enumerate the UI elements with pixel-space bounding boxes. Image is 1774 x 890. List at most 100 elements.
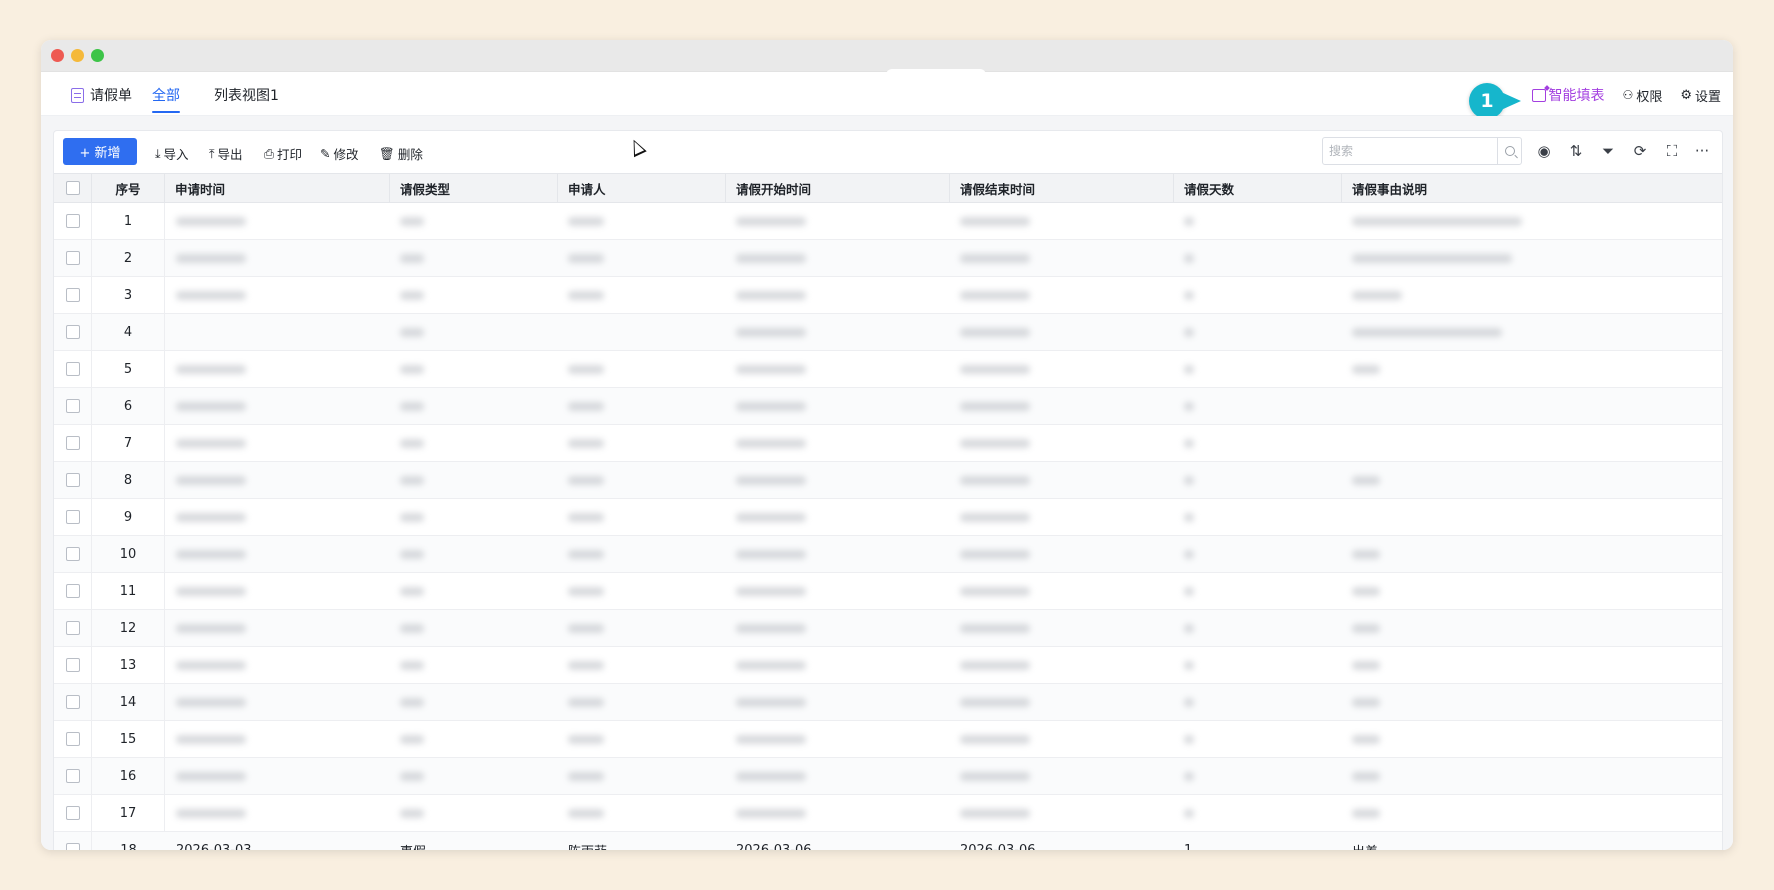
table-row[interactable]: 9 (54, 499, 1722, 536)
column-header-leave-type[interactable]: 请假类型 (390, 174, 558, 202)
redacted-cell (176, 254, 246, 263)
search-button[interactable] (1497, 138, 1521, 164)
redacted-cell (400, 661, 424, 670)
close-window-button[interactable] (51, 49, 64, 62)
select-all-checkbox[interactable] (65, 181, 80, 195)
table-row[interactable]: 14 (54, 684, 1722, 721)
table-row[interactable]: 17 (54, 795, 1722, 832)
pencil-icon: ✎ (320, 146, 331, 161)
export-button[interactable]: ⤒ 导出 (209, 144, 243, 163)
table-row[interactable]: 1 (54, 203, 1722, 240)
column-header-days[interactable]: 请假天数 (1174, 174, 1342, 202)
table-row[interactable]: 12 (54, 610, 1722, 647)
redacted-cell (960, 587, 1030, 596)
redacted-cell (736, 550, 806, 559)
redacted-cell (1184, 476, 1194, 485)
filter-icon[interactable]: ⏷ (1598, 141, 1618, 161)
redacted-cell (1352, 217, 1522, 226)
table-row[interactable]: 13 (54, 647, 1722, 684)
row-checkbox[interactable] (65, 251, 80, 265)
redacted-cell (1352, 772, 1380, 781)
row-checkbox[interactable] (65, 288, 80, 302)
redacted-cell (736, 365, 806, 374)
redacted-cell (1352, 624, 1380, 633)
cell-end-time: 2026-03-06 (960, 842, 1036, 851)
add-button[interactable]: + 新增 (63, 138, 137, 165)
minimize-window-button[interactable] (71, 49, 84, 62)
search-input[interactable] (1323, 138, 1493, 164)
column-header-apply-time[interactable]: 申请时间 (165, 174, 390, 202)
delete-button[interactable]: 🗑 删除 (379, 144, 423, 163)
export-icon: ⤒ (209, 145, 215, 161)
table-row[interactable]: 11 (54, 573, 1722, 610)
row-checkbox[interactable] (65, 658, 80, 672)
table-row[interactable]: 6 (54, 388, 1722, 425)
row-select-cell (54, 462, 92, 498)
row-index: 1 (92, 203, 165, 239)
maximize-window-button[interactable] (91, 49, 104, 62)
column-header-end-time[interactable]: 请假结束时间 (950, 174, 1174, 202)
row-checkbox[interactable] (65, 510, 80, 524)
row-checkbox[interactable] (65, 399, 80, 413)
row-index: 3 (92, 277, 165, 313)
row-checkbox[interactable] (65, 732, 80, 746)
redacted-cell (400, 402, 424, 411)
redacted-cell (1184, 624, 1194, 633)
column-header-applicant[interactable]: 申请人 (558, 174, 726, 202)
more-icon[interactable]: ··· (1692, 141, 1712, 161)
column-header-index[interactable]: 序号 (92, 174, 165, 202)
redacted-cell (736, 698, 806, 707)
redacted-cell (960, 365, 1030, 374)
row-checkbox[interactable] (65, 214, 80, 228)
row-checkbox[interactable] (65, 547, 80, 561)
redacted-cell (1184, 809, 1194, 818)
redacted-cell (736, 624, 806, 633)
row-checkbox[interactable] (65, 769, 80, 783)
permission-button[interactable]: ⚇ 权限 (1623, 86, 1663, 105)
table-row[interactable]: 8 (54, 462, 1722, 499)
table-row[interactable]: 3 (54, 277, 1722, 314)
refresh-icon[interactable]: ⟳ (1630, 141, 1650, 161)
fullscreen-icon[interactable]: ⛶ (1662, 141, 1682, 161)
table-row[interactable]: 15 (54, 721, 1722, 758)
row-checkbox[interactable] (65, 621, 80, 635)
redacted-cell (568, 513, 604, 522)
redacted-cell (176, 698, 246, 707)
table-row[interactable]: 7 (54, 425, 1722, 462)
row-checkbox[interactable] (65, 843, 80, 850)
redacted-cell (400, 513, 424, 522)
row-checkbox[interactable] (65, 362, 80, 376)
settings-button[interactable]: ⚙ 设置 (1680, 86, 1721, 105)
tab-list-view-1[interactable]: 列表视图1 (214, 85, 279, 105)
row-checkbox[interactable] (65, 806, 80, 820)
table-row-partial[interactable]: 18 2026-03-03 事假 陈雨菲 2026-03-06 2026-03-06 1 出差 (54, 832, 1722, 850)
redacted-cell (176, 217, 246, 226)
row-checkbox[interactable] (65, 695, 80, 709)
edit-button[interactable]: ✎ 修改 (320, 144, 359, 163)
redacted-cell (568, 661, 604, 670)
redacted-cell (736, 587, 806, 596)
table-row[interactable]: 2 (54, 240, 1722, 277)
redacted-cell (1184, 735, 1194, 744)
row-checkbox[interactable] (65, 325, 80, 339)
eye-icon[interactable]: ◉ (1534, 141, 1554, 161)
row-select-cell (54, 425, 92, 461)
print-button[interactable]: ⎙ 打印 (264, 144, 302, 163)
row-height-icon[interactable]: ⇅ (1566, 141, 1586, 161)
table-row[interactable]: 5 (54, 351, 1722, 388)
table-row[interactable]: 4 (54, 314, 1722, 351)
redacted-cell (176, 772, 246, 781)
row-checkbox[interactable] (65, 436, 80, 450)
row-checkbox[interactable] (65, 473, 80, 487)
import-button[interactable]: ⤓ 导入 (155, 144, 189, 163)
row-checkbox[interactable] (65, 584, 80, 598)
table-row[interactable]: 10 (54, 536, 1722, 573)
row-select-cell (54, 314, 92, 350)
smart-fill-button[interactable]: 智能填表 (1531, 85, 1605, 105)
tab-all[interactable]: 全部 (152, 85, 180, 113)
table-row[interactable]: 16 (54, 758, 1722, 795)
column-header-start-time[interactable]: 请假开始时间 (726, 174, 950, 202)
form-document-icon (71, 87, 84, 103)
search-icon (1504, 146, 1515, 156)
column-header-reason[interactable]: 请假事由说明 (1342, 174, 1722, 202)
